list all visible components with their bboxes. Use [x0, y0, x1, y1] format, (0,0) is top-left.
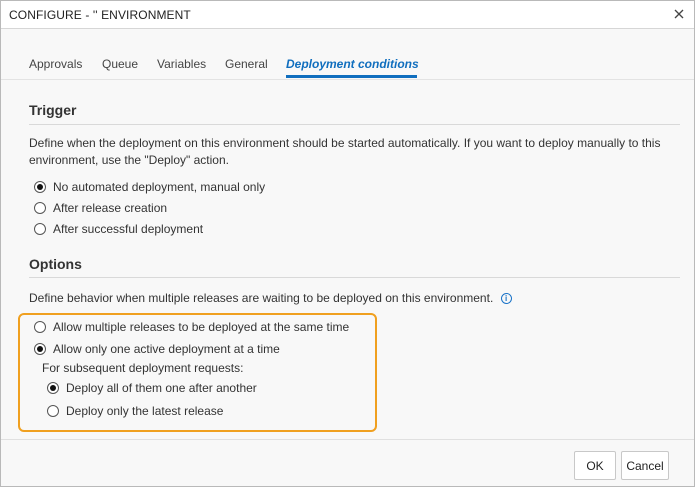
tab-approvals[interactable]: Approvals: [29, 57, 82, 71]
subsequent-requests-label: For subsequent deployment requests:: [42, 361, 244, 375]
trigger-option-after-deployment[interactable]: After successful deployment: [34, 221, 203, 237]
trigger-option-after-release[interactable]: After release creation: [34, 200, 167, 216]
active-tab-indicator: [286, 75, 417, 78]
dialog-footer: OK Cancel: [1, 439, 694, 486]
sub-option-label: Deploy all of them one after another: [66, 381, 257, 395]
radio-button[interactable]: [47, 382, 59, 394]
radio-button[interactable]: [47, 405, 59, 417]
trigger-option-manual[interactable]: No automated deployment, manual only: [34, 179, 265, 195]
options-description-row: Define behavior when multiple releases a…: [29, 290, 679, 307]
title-bar: CONFIGURE - '' ENVIRONMENT: [1, 1, 694, 29]
options-heading: Options: [29, 256, 82, 272]
radio-button[interactable]: [34, 181, 46, 193]
tab-variables[interactable]: Variables: [157, 57, 206, 71]
content-area: Trigger Define when the deployment on th…: [1, 81, 694, 439]
radio-button[interactable]: [34, 223, 46, 235]
close-icon[interactable]: [672, 7, 686, 21]
option-allow-multiple[interactable]: Allow multiple releases to be deployed a…: [34, 319, 349, 335]
radio-button[interactable]: [34, 343, 46, 355]
option-only-one-active[interactable]: Allow only one active deployment at a ti…: [34, 341, 280, 357]
tab-deployment-conditions[interactable]: Deployment conditions: [286, 57, 419, 71]
options-description: Define behavior when multiple releases a…: [29, 291, 494, 305]
trigger-option-label: After release creation: [53, 201, 168, 215]
tab-general[interactable]: General: [225, 57, 268, 71]
sub-option-label: Deploy only the latest release: [66, 404, 224, 418]
option-label: Allow only one active deployment at a ti…: [53, 342, 280, 356]
configure-environment-dialog: CONFIGURE - '' ENVIRONMENT Approvals Que…: [0, 0, 695, 487]
trigger-divider: [29, 124, 680, 125]
tab-queue[interactable]: Queue: [102, 57, 138, 71]
trigger-option-label: No automated deployment, manual only: [53, 180, 266, 194]
radio-button[interactable]: [34, 202, 46, 214]
cancel-button[interactable]: Cancel: [621, 451, 669, 480]
trigger-description: Define when the deployment on this envir…: [29, 136, 661, 167]
trigger-option-label: After successful deployment: [53, 222, 204, 236]
ok-button[interactable]: OK: [574, 451, 616, 480]
sub-option-deploy-all[interactable]: Deploy all of them one after another: [47, 380, 257, 396]
options-divider: [29, 277, 680, 278]
option-label: Allow multiple releases to be deployed a…: [53, 320, 350, 334]
dialog-title: CONFIGURE - '' ENVIRONMENT: [9, 8, 191, 22]
sub-option-deploy-latest[interactable]: Deploy only the latest release: [47, 403, 223, 419]
tab-bar: Approvals Queue Variables General Deploy…: [1, 30, 694, 80]
radio-button[interactable]: [34, 321, 46, 333]
trigger-heading: Trigger: [29, 102, 77, 118]
info-icon[interactable]: i: [500, 293, 512, 305]
